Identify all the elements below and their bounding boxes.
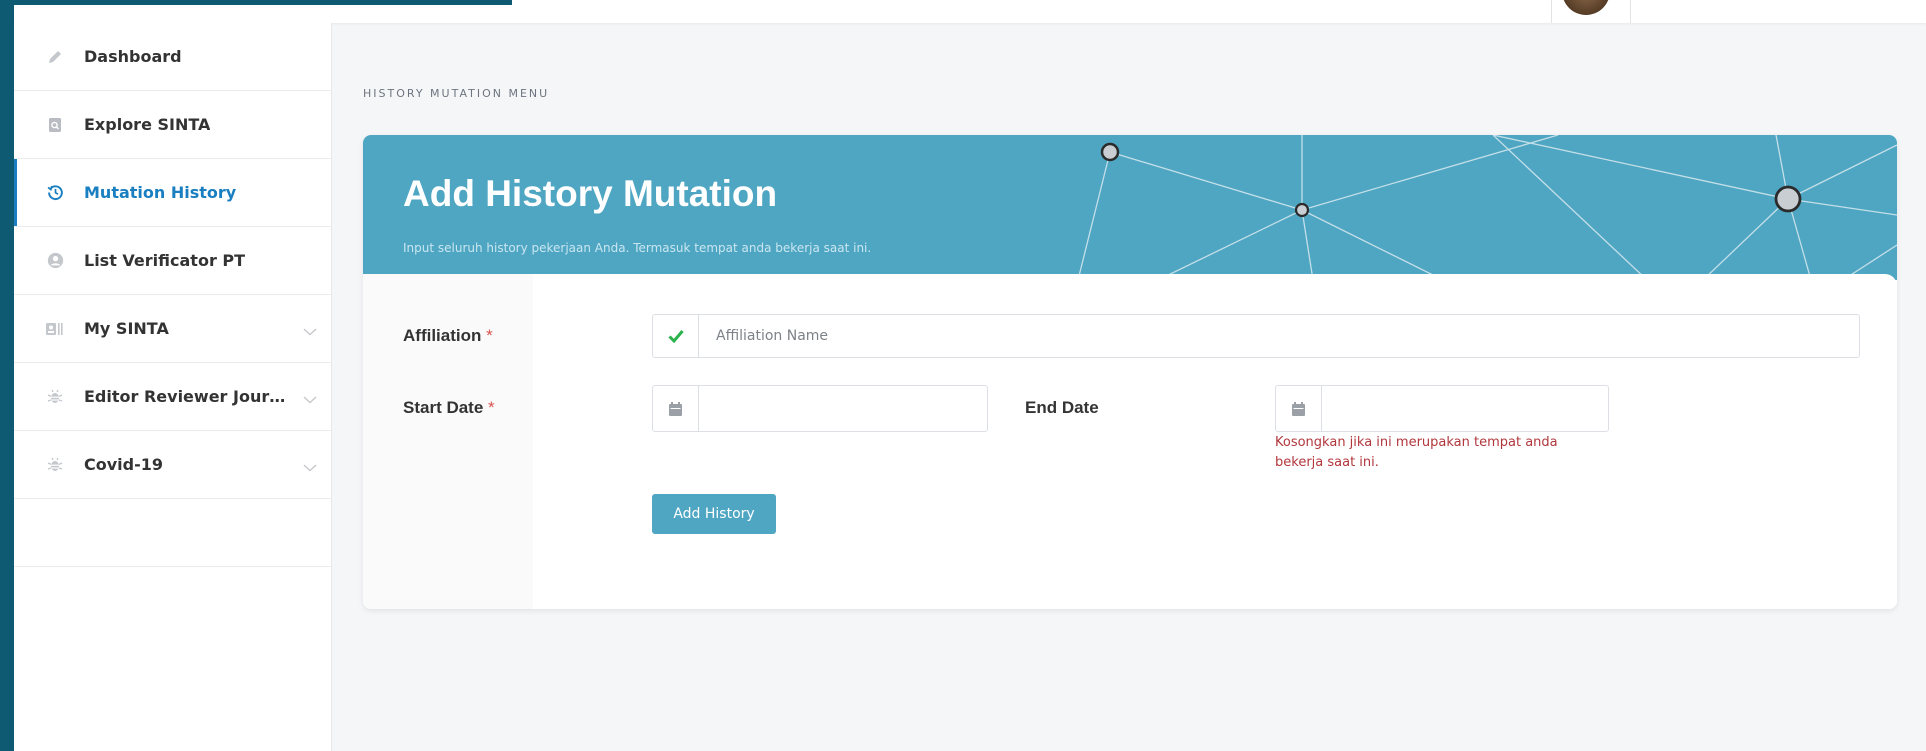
start-date-label-text: Start Date [403, 398, 484, 417]
calendar-icon[interactable] [1276, 386, 1322, 431]
top-edge-strip [0, 0, 512, 5]
sidebar-item-label: My SINTA [84, 319, 169, 338]
sidebar-item-label: Dashboard [84, 47, 182, 66]
sidebar-item-explore-sinta[interactable]: Explore SINTA [14, 91, 331, 159]
start-date-input[interactable] [699, 386, 987, 431]
add-history-card: Add History Mutation Input seluruh histo… [363, 135, 1897, 609]
id-card-icon [46, 320, 64, 338]
avatar[interactable] [1562, 0, 1610, 15]
pencil-icon [46, 48, 64, 66]
left-edge-strip [0, 0, 14, 751]
calendar-icon[interactable] [653, 386, 699, 431]
end-date-input[interactable] [1322, 386, 1608, 431]
card-header: Add History Mutation Input seluruh histo… [363, 135, 1897, 280]
sidebar-item-label: Mutation History [84, 183, 237, 202]
page-title: Add History Mutation [403, 173, 778, 214]
affiliation-field [652, 314, 1860, 358]
topbar-divider [1551, 0, 1552, 23]
form-body: Affiliation * Start Date * End Date [363, 274, 1897, 609]
breadcrumb: HISTORY MUTATION MENU [363, 87, 550, 100]
start-date-field [652, 385, 988, 432]
sidebar-item-editor-reviewer[interactable]: Editor Reviewer Journal G... [14, 363, 331, 431]
sidebar: Dashboard Explore SINTA Mutation History… [14, 23, 332, 751]
topbar-divider [1630, 0, 1631, 23]
sidebar-item-label: Editor Reviewer Journal G... [84, 387, 294, 406]
sidebar-item-my-sinta[interactable]: My SINTA [14, 295, 331, 363]
sidebar-item-label: Explore SINTA [84, 115, 211, 134]
required-mark: * [488, 398, 495, 417]
user-circle-icon [46, 252, 64, 270]
chevron-down-icon [303, 321, 317, 340]
sidebar-item-mutation-history[interactable]: Mutation History [14, 159, 331, 227]
sidebar-item-list-verificator-pt[interactable]: List Verificator PT [14, 227, 331, 295]
page-subtitle: Input seluruh history pekerjaan Anda. Te… [403, 241, 872, 255]
affiliation-label-text: Affiliation [403, 326, 482, 345]
sidebar-item-label: Covid-19 [84, 455, 164, 474]
chevron-down-icon [303, 457, 317, 476]
end-date-hint: Kosongkan jika ini merupakan tempat anda… [1275, 435, 1558, 470]
bug-icon [46, 388, 64, 406]
label-column [363, 274, 533, 609]
sidebar-item-label: List Verificator PT [84, 251, 246, 270]
affiliation-input[interactable] [699, 315, 1859, 357]
required-mark: * [486, 326, 493, 345]
check-icon [653, 315, 699, 357]
start-date-label: Start Date * [403, 398, 495, 418]
search-doc-icon [46, 116, 64, 134]
bug-icon [46, 456, 64, 474]
sidebar-empty-row [14, 499, 331, 567]
history-icon [46, 184, 64, 202]
end-date-label: End Date [1025, 398, 1099, 418]
end-date-label-text: End Date [1025, 398, 1099, 417]
end-date-field [1275, 385, 1609, 432]
chevron-down-icon [303, 389, 317, 408]
affiliation-label: Affiliation * [403, 326, 493, 346]
add-history-button[interactable]: Add History [652, 494, 776, 534]
sidebar-item-covid-19[interactable]: Covid-19 [14, 431, 331, 499]
sidebar-item-dashboard[interactable]: Dashboard [14, 23, 331, 91]
